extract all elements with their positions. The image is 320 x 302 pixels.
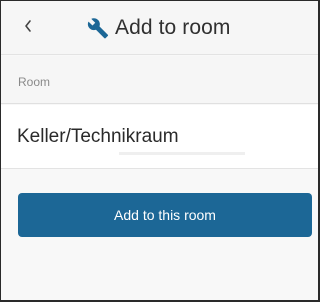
back-button[interactable] [13, 13, 43, 43]
header: Add to room [1, 1, 318, 55]
add-to-room-button[interactable]: Add to this room [18, 193, 312, 237]
room-underline [119, 152, 245, 155]
title-group: Add to room [87, 14, 231, 42]
chevron-left-icon [23, 19, 33, 38]
page-title: Add to room [115, 16, 231, 39]
room-name: Keller/Technikraum [17, 126, 179, 147]
room-list-item[interactable]: Keller/Technikraum [1, 105, 318, 169]
screen: Add to room Room Keller/Technikraum Add … [0, 0, 320, 302]
section-label: Room [18, 75, 51, 89]
section-header: Room [1, 56, 318, 104]
wrench-icon [87, 17, 109, 39]
